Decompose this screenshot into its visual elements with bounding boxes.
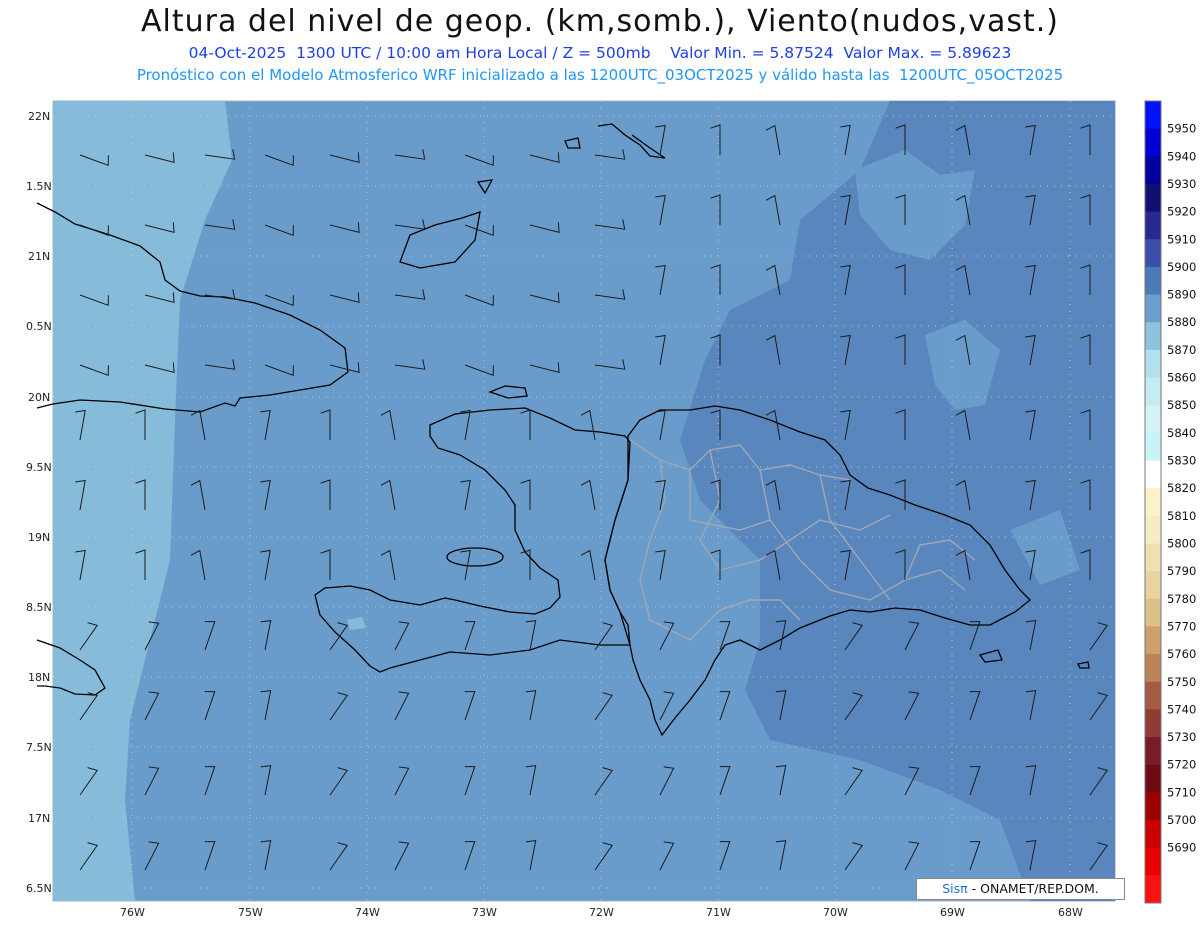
svg-text:9.5N: 9.5N <box>26 461 52 474</box>
lon-labels: 76W 75W 74W 73W 72W 71W 70W 69W 68W <box>120 906 1083 919</box>
colorbar-swatch <box>1145 128 1161 157</box>
colorbar-label: 5810 <box>1167 509 1196 523</box>
colorbar-label: 5870 <box>1167 343 1196 357</box>
colorbar-label: 5800 <box>1167 536 1196 550</box>
colorbar-label: 5860 <box>1167 371 1196 385</box>
colorbar-swatch <box>1145 543 1161 572</box>
colorbar-swatch <box>1145 156 1161 185</box>
colorbar-label: 5750 <box>1167 675 1196 689</box>
svg-text:73W: 73W <box>472 906 497 919</box>
colorbar-label: 5910 <box>1167 232 1196 246</box>
colorbar-label: 5840 <box>1167 426 1196 440</box>
colorbar-label: 5900 <box>1167 260 1196 274</box>
colorbar-swatch <box>1145 266 1161 296</box>
colorbar-swatch <box>1145 488 1161 517</box>
colorbar-label: 5770 <box>1167 619 1196 633</box>
colorbar-swatch <box>1145 820 1161 849</box>
colorbar-label: 5790 <box>1167 564 1196 578</box>
svg-text:70W: 70W <box>823 906 848 919</box>
svg-text:17N: 17N <box>28 812 50 825</box>
svg-text:22N: 22N <box>28 110 50 123</box>
colorbar-swatch <box>1145 598 1161 627</box>
svg-text:72W: 72W <box>589 906 614 919</box>
colorbar-label: 5710 <box>1167 785 1196 799</box>
colorbar-swatch <box>1145 875 1161 904</box>
colorbar-swatch <box>1145 626 1161 655</box>
colorbar: 5950 5940 5930 5920 5910 5900 5890 5880 5870 5860… <box>1144 100 1196 904</box>
colorbar-label: 5950 <box>1167 122 1196 136</box>
colorbar-label: 5940 <box>1167 149 1196 163</box>
svg-text:75W: 75W <box>238 906 263 919</box>
svg-text:19N: 19N <box>28 531 50 544</box>
colorbar-label: 5820 <box>1167 481 1196 495</box>
svg-text:20N: 20N <box>28 391 50 404</box>
colorbar-swatch <box>1145 681 1161 710</box>
colorbar-swatch <box>1145 239 1161 268</box>
colorbar-swatch <box>1145 764 1161 793</box>
colorbar-swatch <box>1145 183 1161 213</box>
colorbar-swatch <box>1145 405 1161 434</box>
colorbar-label: 5920 <box>1167 205 1196 219</box>
svg-text:7.5N: 7.5N <box>26 741 52 754</box>
colorbar-swatch <box>1145 571 1161 600</box>
colorbar-label: 5930 <box>1167 177 1196 191</box>
colorbar-swatch <box>1145 737 1161 766</box>
svg-text:18N: 18N <box>28 671 50 684</box>
colorbar-swatch <box>1145 654 1161 683</box>
svg-text:71W: 71W <box>706 906 731 919</box>
colorbar-swatch <box>1145 709 1161 738</box>
colorbar-swatch <box>1145 322 1161 351</box>
light-patch <box>80 376 98 390</box>
colorbar-swatch <box>1145 349 1161 379</box>
colorbar-swatch <box>1145 432 1161 462</box>
colorbar-swatch <box>1145 211 1161 240</box>
svg-text:1.5N: 1.5N <box>26 180 52 193</box>
geopotential-map: 22N 1.5N 21N 0.5N 20N 9.5N 19N 8.5N 18N … <box>26 100 1196 919</box>
credit-box: Sisπ - ONAMET/REP.DOM. <box>916 878 1125 900</box>
colorbar-label: 5700 <box>1167 813 1196 827</box>
colorbar-label: 5730 <box>1167 730 1196 744</box>
svg-text:0.5N: 0.5N <box>26 320 52 333</box>
lat-labels: 22N 1.5N 21N 0.5N 20N 9.5N 19N 8.5N 18N … <box>26 110 52 895</box>
colorbar-swatch <box>1145 294 1161 323</box>
colorbar-swatch <box>1145 460 1161 489</box>
colorbar-label: 5880 <box>1167 315 1196 329</box>
colorbar-label: 5890 <box>1167 288 1196 302</box>
credit-text: - ONAMET/REP.DOM. <box>967 881 1099 896</box>
colorbar-label: 5720 <box>1167 758 1196 772</box>
svg-text:68W: 68W <box>1058 906 1083 919</box>
svg-text:21N: 21N <box>28 250 50 263</box>
colorbar-swatch <box>1145 101 1161 130</box>
colorbar-label: 5760 <box>1167 647 1196 661</box>
colorbar-label: 5690 <box>1167 841 1196 855</box>
colorbar-label: 5850 <box>1167 398 1196 412</box>
credit-brand: Sisπ <box>942 881 968 896</box>
colorbar-label: 5740 <box>1167 702 1196 716</box>
colorbar-swatch <box>1145 377 1161 406</box>
colorbar-swatch <box>1145 792 1161 821</box>
colorbar-swatch <box>1145 515 1161 544</box>
svg-text:8.5N: 8.5N <box>26 601 52 614</box>
svg-text:69W: 69W <box>940 906 965 919</box>
svg-text:76W: 76W <box>120 906 145 919</box>
svg-text:6.5N: 6.5N <box>26 882 52 895</box>
svg-text:74W: 74W <box>355 906 380 919</box>
colorbar-label: 5780 <box>1167 592 1196 606</box>
colorbar-label: 5830 <box>1167 454 1196 468</box>
colorbar-swatch <box>1145 847 1161 876</box>
